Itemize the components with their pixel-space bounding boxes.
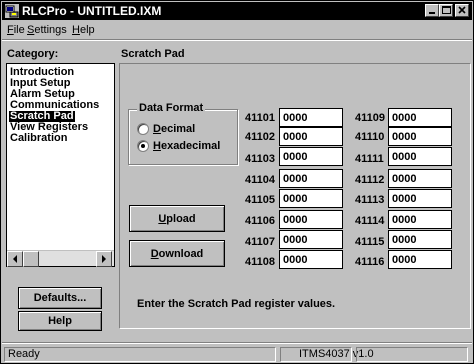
menu-settings[interactable]: Settings [27,24,67,37]
panel-title: Scratch Pad [121,48,185,60]
register-input[interactable] [279,230,343,249]
category-label: Category: [7,48,59,60]
window-title: RLCPro - UNTITLED.IXM [22,4,162,18]
help-button[interactable]: Help [18,311,102,331]
hexadecimal-radio[interactable] [137,140,149,152]
register-label: 41116 [355,256,385,268]
menu-help-label: elp [79,24,95,36]
horizontal-scrollbar[interactable] [7,250,114,267]
decimal-radio-label[interactable]: Decimal [153,123,195,136]
status-message: Ready [4,347,276,362]
menu-file[interactable]: File [7,24,25,37]
register-label: 41112 [355,174,385,186]
data-format-legend: Data Format [137,102,206,115]
menu-help-mnemonic: H [72,24,80,36]
instruction-text: Enter the Scratch Pad register values. [137,298,336,310]
hexadecimal-mnemonic: H [153,140,161,152]
download-button[interactable]: Download [129,240,225,267]
defaults-button[interactable]: Defaults... [18,287,102,309]
status-extra [356,347,468,362]
register-label: 41113 [355,194,385,206]
register-label: 41111 [355,153,384,165]
register-label: 41108 [245,256,275,268]
upload-button[interactable]: Upload [129,205,225,232]
register-input[interactable] [388,147,452,166]
upload-label: pload [166,212,196,225]
arrow-left-icon [13,255,17,263]
menu-bar: File Settings Help [2,21,472,39]
register-input[interactable] [388,108,452,127]
category-item-calibration[interactable]: Calibration [9,133,68,144]
register-input[interactable] [279,127,343,146]
decimal-label-text: ecimal [160,123,196,135]
maximize-button[interactable] [439,4,453,17]
menu-separator [2,39,472,41]
register-input[interactable] [388,169,452,188]
app-icon [5,4,19,18]
register-input[interactable] [279,210,343,229]
register-label: 41114 [355,215,385,227]
register-label: 41115 [355,236,385,248]
decimal-mnemonic: D [153,123,161,135]
close-button[interactable] [455,4,469,17]
menu-help[interactable]: Help [72,24,95,37]
menu-file-label: ile [13,24,25,36]
app-window: RLCPro - UNTITLED.IXM File Settings Help… [0,0,474,364]
register-input[interactable] [388,127,452,146]
arrow-right-icon [102,255,106,263]
register-label: 41102 [245,131,275,143]
minimize-icon [429,12,435,14]
download-label: ownload [158,247,204,260]
close-icon [458,6,466,14]
register-label: 41105 [245,194,275,206]
register-input[interactable] [279,147,343,166]
download-mnemonic: D [150,247,159,260]
register-input[interactable] [279,169,343,188]
minimize-button[interactable] [425,4,439,17]
register-input[interactable] [279,250,343,269]
maximize-icon [442,6,451,14]
register-input[interactable] [279,189,343,208]
register-input[interactable] [388,189,452,208]
register-label: 41109 [355,112,385,124]
register-label: 41110 [355,131,385,143]
register-label: 41104 [245,174,275,186]
decimal-radio[interactable] [137,123,149,135]
register-input[interactable] [388,210,452,229]
hexadecimal-radio-label[interactable]: Hexadecimal [153,140,220,153]
scroll-right-button[interactable] [96,251,112,267]
data-format-group [128,109,238,165]
category-listbox[interactable]: Introduction Input Setup Alarm Setup Com… [6,63,115,267]
title-bar[interactable]: RLCPro - UNTITLED.IXM [2,2,472,20]
register-input[interactable] [388,230,452,249]
menu-file-mnemonic: F [7,24,14,36]
status-bar: Ready ITMS4037 v1.0 [2,346,472,363]
register-input[interactable] [388,250,452,269]
status-version: ITMS4037 v1.0 [280,347,374,362]
scroll-thumb[interactable] [23,251,39,267]
register-label: 41103 [245,153,275,165]
radio-selected-dot [141,144,145,148]
register-input[interactable] [279,108,343,127]
register-label: 41106 [245,215,275,227]
hexadecimal-label-text: exadecimal [160,140,221,152]
register-label: 41107 [245,236,275,248]
status-separator [2,342,472,344]
scroll-left-button[interactable] [7,251,23,267]
menu-settings-label: ettings [34,24,67,36]
register-label: 41101 [245,112,275,124]
